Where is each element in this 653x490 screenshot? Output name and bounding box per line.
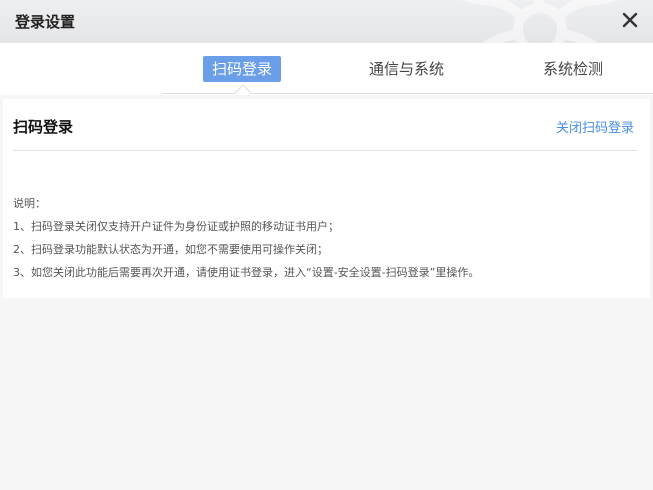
panel-divider bbox=[13, 150, 637, 151]
note-item: 2、扫码登录功能默认状态为开通，如您不需要使用可操作关闭； bbox=[13, 243, 328, 256]
note-item: 3、如您关闭此功能后需要再次开通，请使用证书登录，进入“设置-安全设置-扫码登录… bbox=[13, 266, 480, 279]
notes-list: 说明： 1、扫码登录关闭仅支持开户证件为身份证或护照的移动证书用户； 2、扫码登… bbox=[13, 192, 479, 284]
tab-bar: 扫码登录 通信与系统 系统检测 bbox=[0, 43, 653, 95]
close-qr-login-link[interactable]: 关闭扫码登录 bbox=[556, 117, 634, 136]
close-icon[interactable] bbox=[621, 11, 639, 29]
tab-system-check[interactable]: 系统检测 bbox=[543, 56, 603, 82]
qr-login-panel: 扫码登录 关闭扫码登录 说明： 1、扫码登录关闭仅支持开户证件为身份证或护照的移… bbox=[3, 99, 650, 298]
tab-qr-login[interactable]: 扫码登录 bbox=[203, 56, 282, 82]
note-item: 1、扫码登录关闭仅支持开户证件为身份证或护照的移动证书用户； bbox=[13, 220, 339, 233]
tab-communication-system[interactable]: 通信与系统 bbox=[369, 56, 444, 82]
active-tab-caret-icon bbox=[234, 85, 252, 94]
title-bar: 登录设置 bbox=[0, 0, 653, 43]
flower-watermark-icon bbox=[462, 0, 618, 43]
notes-heading: 说明： bbox=[13, 197, 46, 210]
panel-title: 扫码登录 bbox=[13, 118, 74, 136]
login-settings-dialog: 登录设置 扫码登录 通信与系统 系统检测 扫码登录 关闭扫码登录 说明： 1、扫… bbox=[0, 0, 653, 490]
dialog-title: 登录设置 bbox=[15, 13, 76, 31]
